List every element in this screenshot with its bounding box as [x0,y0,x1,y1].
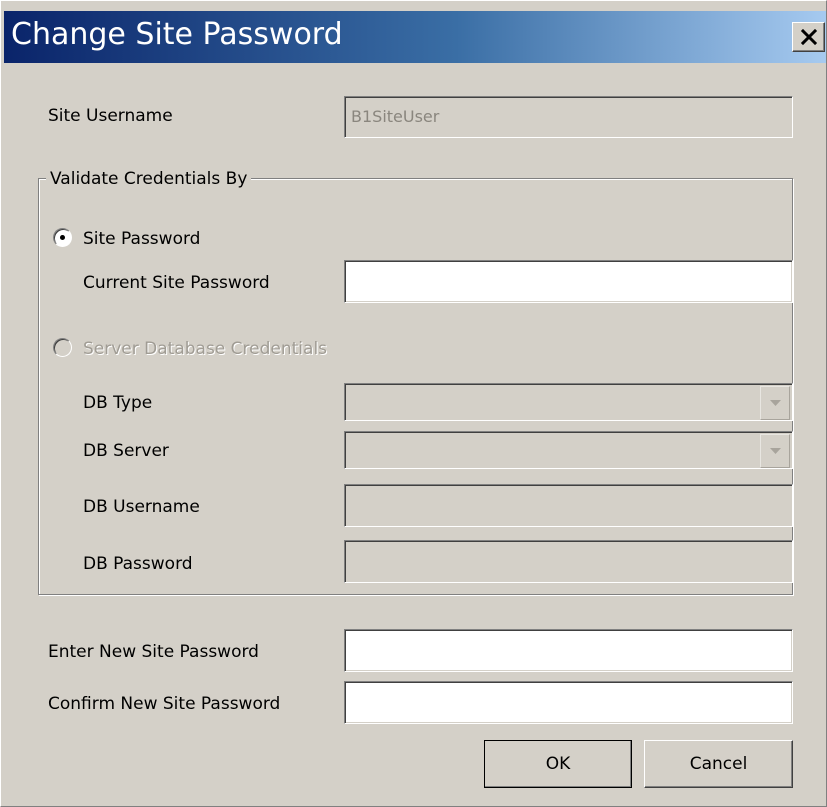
db-server-dropdown-button [760,434,790,468]
db-password-label: DB Password [83,554,193,574]
current-site-password-label: Current Site Password [83,273,270,293]
db-username-label: DB Username [83,497,200,517]
db-username-field [344,484,793,527]
confirm-new-site-password-input[interactable] [344,681,793,724]
title-bar[interactable]: Change Site Password [4,11,826,63]
window-title: Change Site Password [11,17,343,52]
site-password-radio[interactable] [53,228,72,247]
change-site-password-dialog: Change Site Password Site Username B1Sit… [0,0,827,807]
db-server-select [344,431,793,469]
site-username-label: Site Username [48,106,173,126]
confirm-new-site-password-label: Confirm New Site Password [48,694,281,714]
current-site-password-input[interactable] [344,260,793,303]
close-button[interactable] [792,22,825,52]
db-type-label: DB Type [83,393,153,413]
server-database-credentials-radio [53,338,72,357]
cancel-button[interactable]: Cancel [644,740,793,788]
db-type-select [344,383,793,421]
server-database-credentials-radio-label: Server Database Credentials [83,339,328,359]
chevron-down-icon [770,400,781,406]
enter-new-site-password-input[interactable] [344,629,793,672]
validate-credentials-legend: Validate Credentials By [46,169,252,189]
db-type-dropdown-button [760,386,790,420]
site-password-radio-label[interactable]: Site Password [83,229,200,249]
db-password-field [344,540,793,583]
ok-button[interactable]: OK [484,740,632,788]
enter-new-site-password-label: Enter New Site Password [48,642,259,662]
site-username-field: B1SiteUser [344,96,793,138]
close-icon [801,29,817,45]
radio-selected-dot [60,235,65,240]
db-server-label: DB Server [83,441,169,461]
chevron-down-icon [770,448,781,454]
